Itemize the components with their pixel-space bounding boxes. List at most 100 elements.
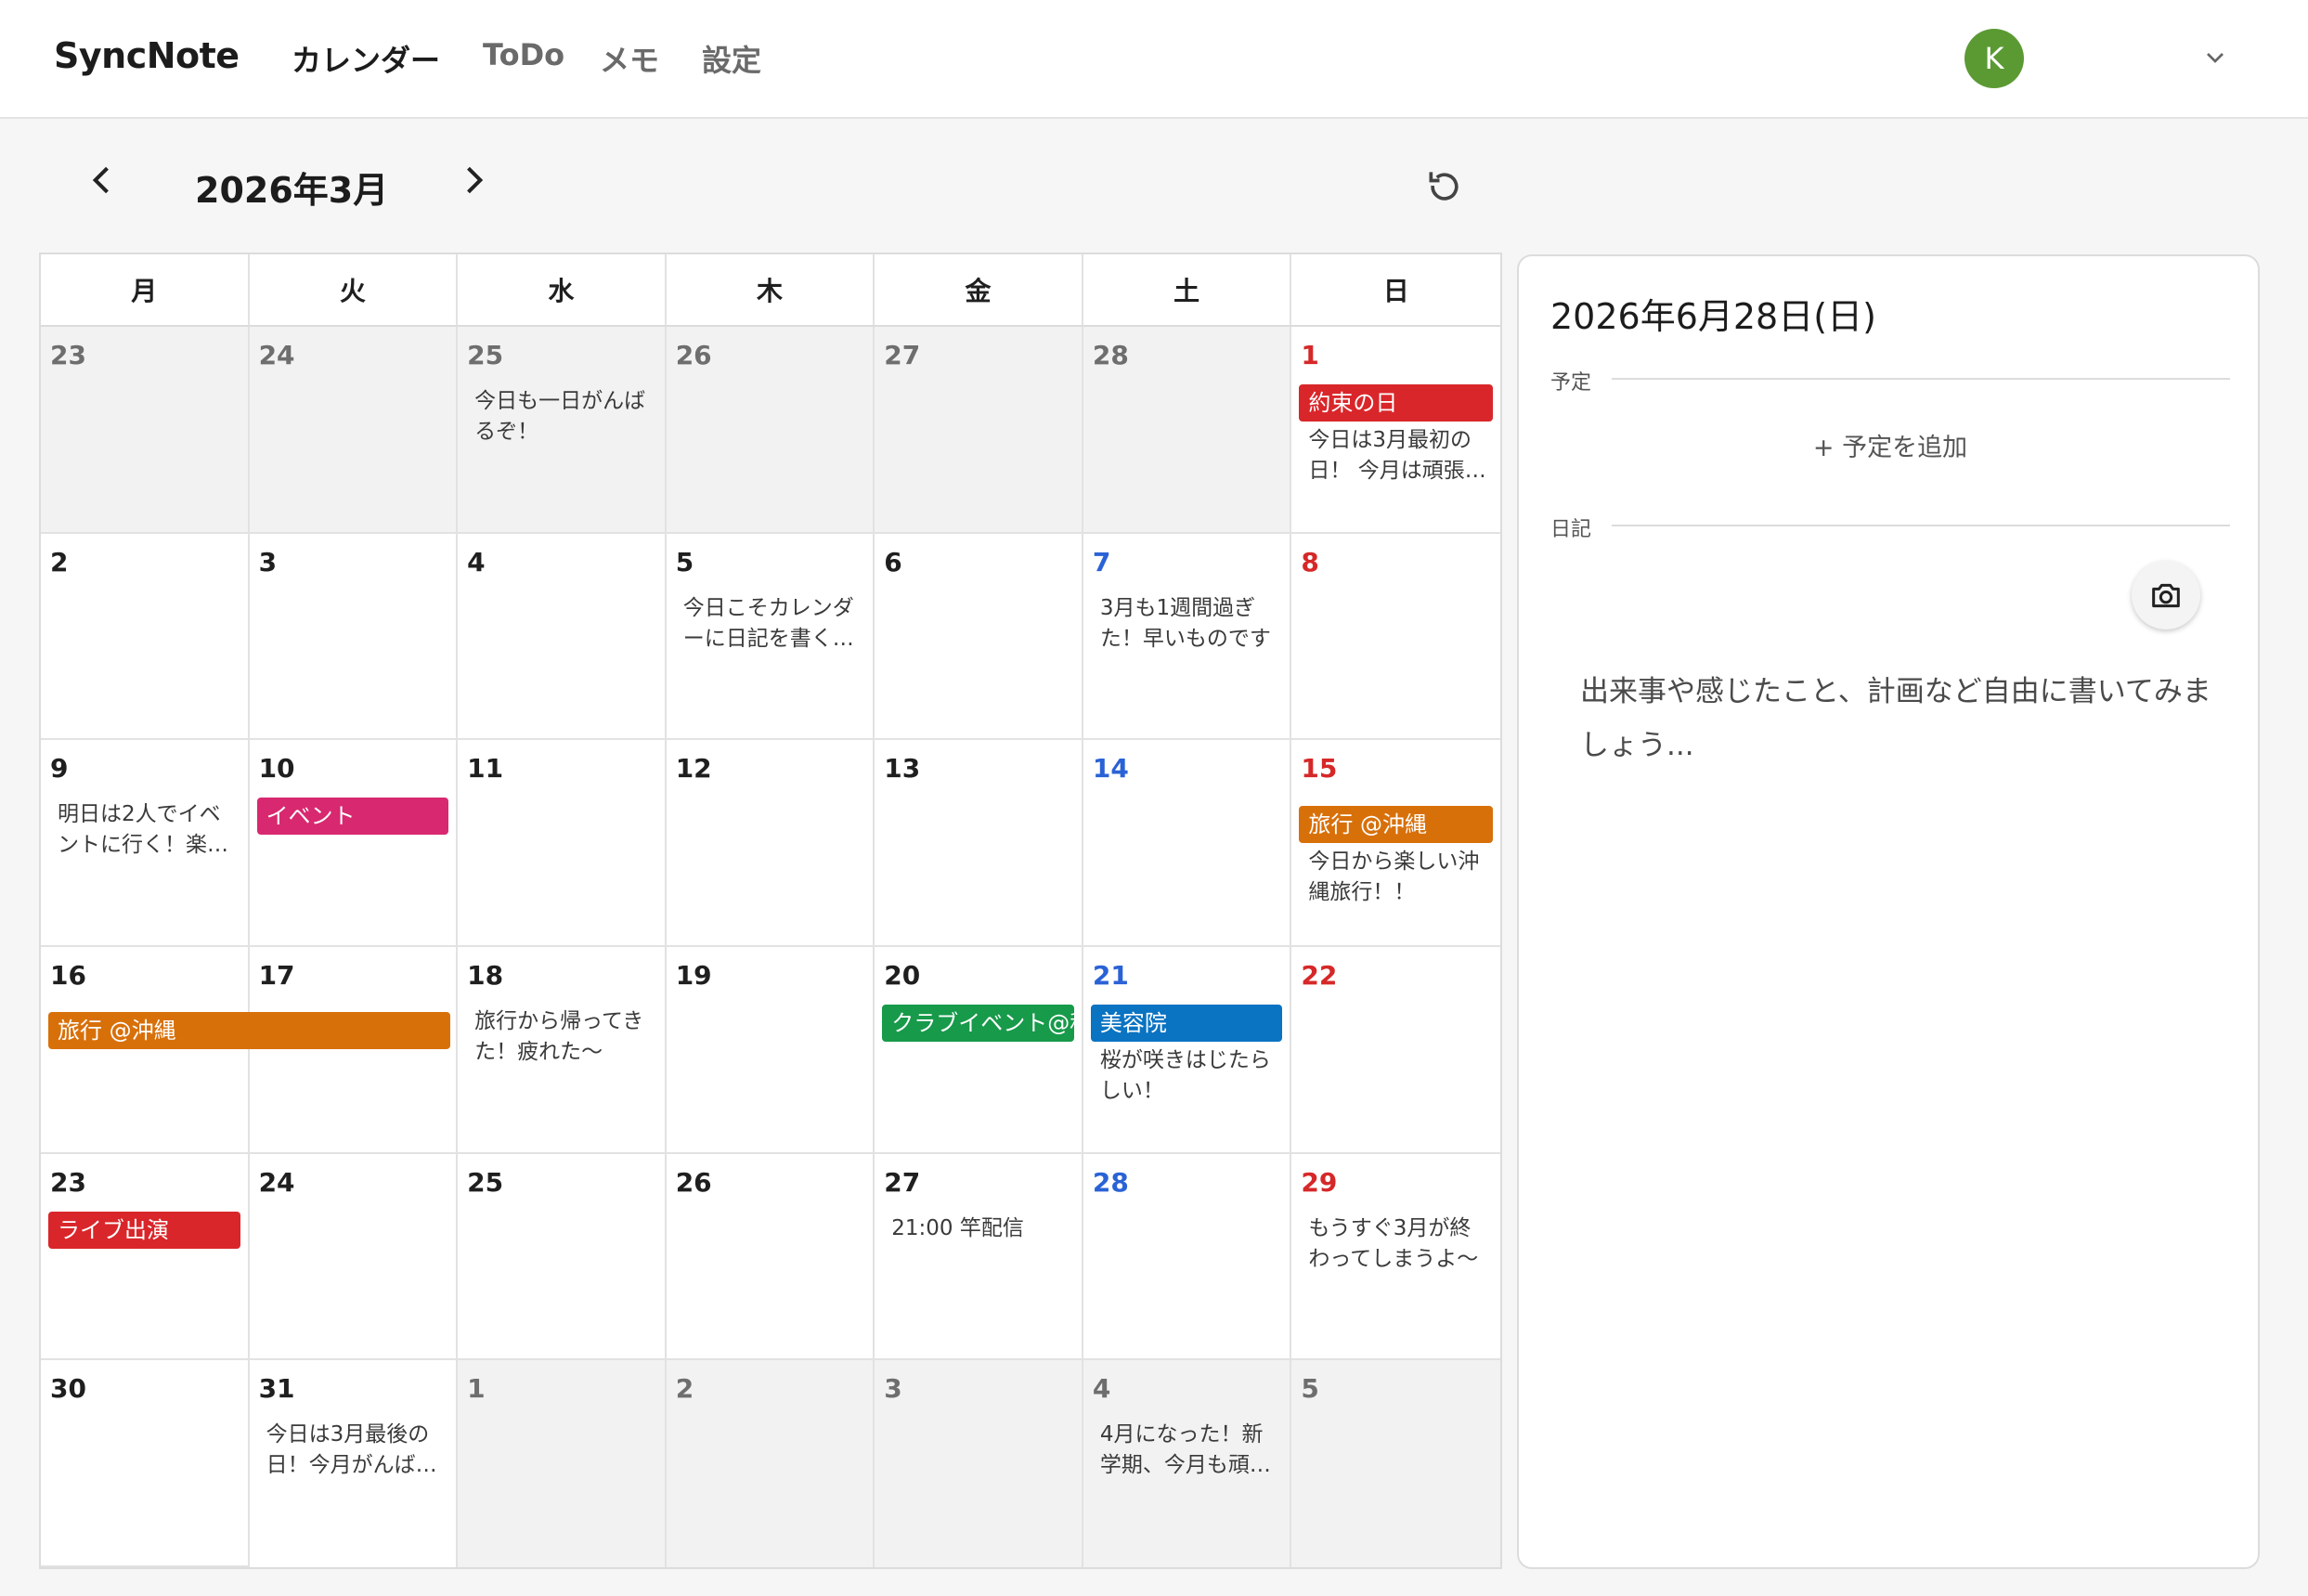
calendar-day-cell[interactable]: 24 (249, 1153, 459, 1361)
calendar-day-cell[interactable]: 5 今日こそカレンダーに日記を書くぞ！ (666, 533, 875, 741)
calendar-day-cell[interactable]: 28 (1083, 327, 1292, 534)
next-month-button[interactable] (453, 160, 494, 201)
event-chip[interactable]: 旅行 @沖縄 (1299, 806, 1493, 844)
calendar-day-cell[interactable]: 1 約束の日今日は3月最初の日！ 今月は頑張るぞ！ (1291, 327, 1500, 534)
chevron-down-icon[interactable] (2200, 43, 2230, 72)
calendar-day-cell[interactable]: 9 明日は2人でイベントに行く！楽しみ (41, 740, 250, 947)
calendar-day-cell[interactable]: 25 (458, 1153, 667, 1361)
day-number: 22 (1301, 960, 1338, 991)
calendar-day-cell[interactable]: 20 クラブイベント@秋葉原 (875, 947, 1083, 1154)
event-chip[interactable]: 約束の日 (1299, 384, 1493, 422)
calendar-day-cell[interactable]: 26 (666, 1153, 875, 1361)
top-nav-bar: SyncNote カレンダー ToDo メモ 設定 K (0, 0, 2308, 119)
calendar-day-cell[interactable]: 22 (1291, 947, 1500, 1154)
weekday-label: 月 (41, 254, 250, 325)
event-chip[interactable]: イベント (256, 798, 449, 836)
event-chip[interactable]: 美容院 (1090, 1005, 1283, 1042)
day-number: 27 (884, 1166, 921, 1198)
calendar-day-cell[interactable]: 8 (1291, 533, 1500, 741)
weekday-label: 日 (1382, 276, 1409, 306)
calendar-day-cell[interactable]: 4 (458, 533, 667, 741)
diary-section-divider (1612, 525, 2230, 526)
calendar-day-cell[interactable]: 4 4月になった！新学期、今月も頑張る！ (1083, 1360, 1292, 1567)
calendar-day-cell[interactable]: 29 もうすぐ3月が終わってしまうよ〜 (1291, 1153, 1500, 1361)
calendar-day-cell[interactable]: 11 (458, 740, 667, 947)
prev-month-button[interactable] (82, 160, 123, 201)
calendar-day-cell[interactable]: 21 美容院 桜が咲きはじたらしい！ (1083, 947, 1292, 1154)
diary-snippet: もうすぐ3月が終わってしまうよ〜 (1308, 1215, 1479, 1271)
calendar-day-cell[interactable]: 12 (666, 740, 875, 947)
selected-date-title: 2026年6月28日(日) (1550, 296, 1876, 337)
calendar-day-cell[interactable]: 10 イベント (249, 740, 459, 947)
camera-icon (2152, 583, 2180, 608)
calendar-day-cell[interactable]: 6 (875, 533, 1083, 741)
calendar-day-cell[interactable]: 15 旅行 @沖縄 今日から楽しい沖縄旅行！！ (1291, 740, 1500, 947)
day-number: 2 (675, 1373, 694, 1405)
day-number: 21 (1092, 960, 1129, 991)
day-number: 2 (50, 546, 69, 577)
diary-snippet: 3月も1週間過ぎた！早いものです (1099, 595, 1271, 651)
calendar-day-cell[interactable]: 28 (1083, 1153, 1292, 1361)
calendar-day-cell[interactable]: 30 (41, 1360, 250, 1567)
day-number: 4 (467, 546, 486, 577)
calendar-grid: 23 24 25 今日も一日がんばるぞ！ 26 27 28 1 約束の日 今日は3月最初の日！ 今… (41, 327, 1500, 1567)
nav-tab-todo[interactable]: ToDo (483, 37, 564, 72)
nav-tab-settings[interactable]: 設定 (702, 37, 761, 80)
plan-section-divider (1612, 378, 2230, 380)
brand-logo[interactable]: SyncNote (54, 35, 240, 76)
day-number: 23 (50, 1166, 86, 1198)
day-number: 1 (467, 1373, 486, 1405)
day-number: 15 (1301, 753, 1338, 785)
day-number: 31 (258, 1373, 295, 1405)
day-number: 7 (1092, 546, 1111, 577)
calendar-day-cell[interactable]: 27 (875, 327, 1083, 534)
calendar-day-cell[interactable]: 19 (666, 947, 875, 1154)
multi-day-event-bar[interactable]: 旅行 @沖縄 (48, 1012, 451, 1049)
calendar-day-cell[interactable]: 18 旅行から帰ってきた！疲れた〜 (458, 947, 667, 1154)
user-avatar[interactable]: K (1964, 29, 2024, 88)
calendar-day-cell[interactable]: 3 (875, 1360, 1083, 1567)
day-number: 18 (467, 960, 504, 991)
weekday-label: 火 (250, 254, 459, 325)
calendar-day-cell[interactable]: 3 (249, 533, 459, 741)
nav-tab-memo[interactable]: メモ (600, 37, 659, 80)
calendar-day-cell[interactable]: 26 (666, 327, 875, 534)
calendar-day-cell[interactable]: 2 (666, 1360, 875, 1567)
add-plan-button[interactable]: + 予定を追加 (1519, 427, 2262, 463)
nav-tab-calendar[interactable]: カレンダー (292, 37, 440, 80)
calendar-day-cell[interactable]: 1 (458, 1360, 667, 1567)
calendar-day-cell[interactable]: 23 ライブ出演 (41, 1153, 250, 1361)
day-number: 4 (1092, 1373, 1111, 1405)
day-number: 27 (884, 340, 921, 370)
day-number: 16 (50, 960, 86, 991)
weekday-label: 金 (875, 254, 1083, 325)
weekday-label: 木 (667, 254, 875, 325)
calendar-day-cell[interactable]: 25 今日も一日がんばるぞ！ (458, 327, 667, 534)
calendar-day-cell[interactable]: 16 (41, 947, 250, 1154)
day-number: 25 (467, 340, 504, 370)
day-number: 28 (1092, 340, 1129, 370)
month-calendar: 月火水木金土日 23 24 25 今日も一日がんばるぞ！ 26 27 28 1 約束の日 今日は3… (39, 253, 1502, 1569)
calendar-day-cell[interactable]: 7 3月も1週間過ぎた！早いものです (1083, 533, 1292, 741)
camera-button[interactable] (2132, 561, 2200, 629)
day-number: 17 (258, 960, 295, 991)
calendar-day-cell[interactable]: 2 (41, 533, 250, 741)
calendar-day-cell[interactable]: 5 (1291, 1360, 1500, 1567)
weekday-label: 水 (458, 254, 667, 325)
day-number: 14 (1092, 753, 1129, 785)
event-chip[interactable]: クラブイベント@秋葉原 (882, 1005, 1074, 1042)
calendar-day-cell[interactable]: 27 21:00 竿配信 (875, 1153, 1083, 1361)
calendar-day-cell[interactable]: 17 (249, 947, 459, 1154)
diary-textarea[interactable]: 出来事や感じたこと、計画など自由に書いてみましょう... (1580, 665, 2211, 772)
calendar-day-cell[interactable]: 13 (875, 740, 1083, 947)
calendar-day-cell[interactable]: 14 (1083, 740, 1292, 947)
calendar-day-cell[interactable]: 23 (41, 327, 250, 534)
calendar-day-cell[interactable]: 31 今日は3月最後の日！今月がんばった！ (249, 1360, 459, 1567)
plan-section-label: 予定 (1550, 371, 1592, 395)
day-number: 13 (884, 753, 921, 785)
day-number: 9 (50, 753, 69, 785)
event-chip[interactable]: ライブ出演 (48, 1211, 240, 1249)
calendar-day-cell[interactable]: 24 (249, 327, 459, 534)
refresh-icon[interactable] (1424, 165, 1465, 206)
day-number: 1 (1301, 340, 1319, 370)
